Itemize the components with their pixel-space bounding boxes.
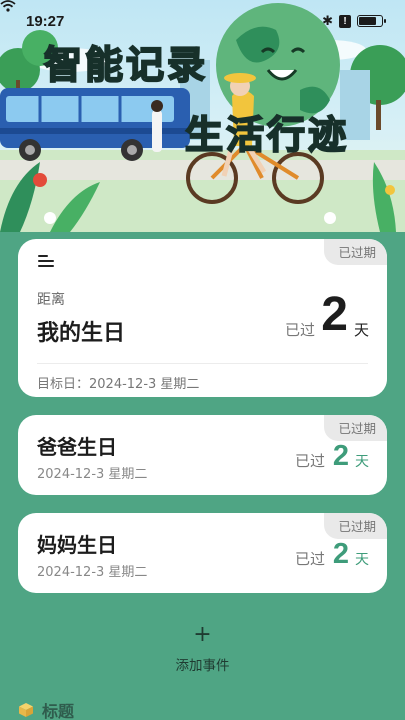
plus-icon: +: [193, 622, 212, 647]
bluetooth-icon: ✱: [322, 13, 333, 29]
add-event-button[interactable]: + 添加事件: [150, 622, 255, 678]
days-unit: 天: [355, 552, 369, 568]
passed-label: 已过: [294, 550, 325, 568]
event-title: 我的生日: [37, 321, 126, 346]
add-event-label: 添加事件: [175, 658, 230, 674]
menu-icon[interactable]: [38, 253, 58, 269]
passed-label: 已过: [284, 321, 315, 339]
target-date: 目标日：2024-12-3 星期二: [37, 377, 200, 392]
status-time: 19:27: [26, 12, 65, 30]
status-badge: 已过期: [324, 415, 387, 441]
divider: [37, 363, 368, 364]
cube-icon: [19, 703, 33, 717]
status-badge: 已过期: [324, 239, 387, 265]
event-title: 爸爸生日: [37, 435, 117, 459]
event-card[interactable]: 已过期 妈妈生日 2024-12-3 星期二 已过 2 天: [18, 513, 387, 593]
days-unit: 天: [353, 321, 369, 339]
event-title: 妈妈生日: [37, 533, 117, 557]
bottom-sheet-header[interactable]: 标题: [18, 700, 258, 720]
hero-title-line2: 生活行迹: [184, 112, 350, 158]
event-card[interactable]: 已过期 爸爸生日 2024-12-3 星期二 已过 2 天: [18, 415, 387, 495]
wifi-icon: [0, 0, 16, 12]
event-date: 2024-12-3 星期二: [37, 467, 148, 482]
days-count: 2: [332, 538, 349, 570]
distance-label: 距离: [37, 292, 65, 308]
hero-title-line1: 智能记录: [43, 42, 209, 88]
days-unit: 天: [355, 454, 369, 470]
days-count: 2: [321, 288, 348, 341]
bottom-sheet-title: 标题: [42, 702, 75, 720]
event-date: 2024-12-3 星期二: [37, 565, 148, 580]
passed-label: 已过: [294, 452, 325, 470]
featured-event-card[interactable]: 已过期 距离 我的生日 已过 2 天 目标日：2024-12-3 星期二: [18, 239, 387, 397]
days-count: 2: [332, 440, 349, 472]
battery-icon: [357, 15, 386, 27]
hero-banner: 19:27 ✱ ! 智能记录 生活行迹: [0, 0, 405, 232]
status-icons: ✱ !: [0, 0, 386, 29]
status-badge: 已过期: [324, 513, 387, 539]
alert-icon: !: [339, 14, 351, 28]
